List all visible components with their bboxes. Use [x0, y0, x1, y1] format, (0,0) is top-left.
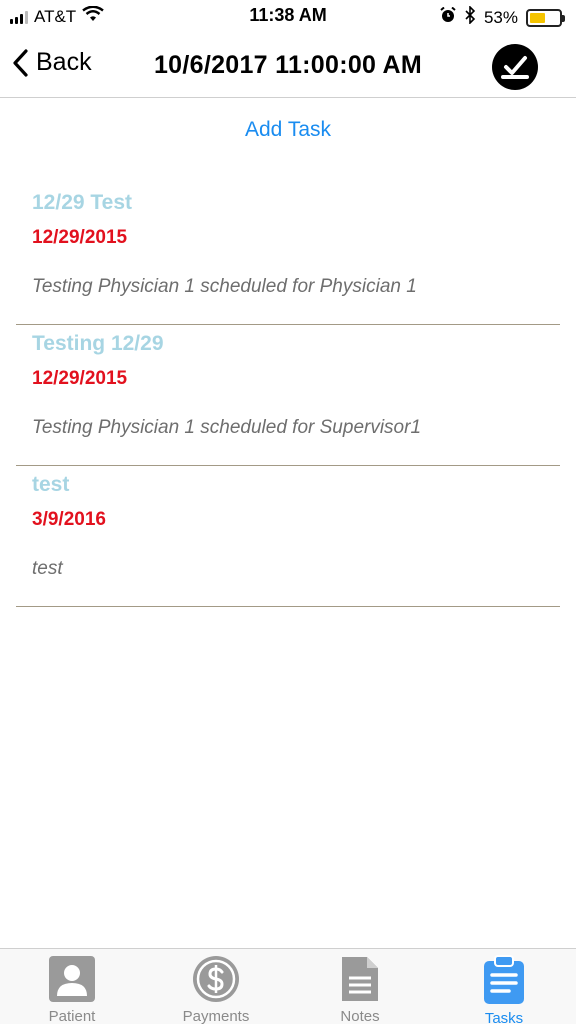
task-title: 12/29 Test: [32, 191, 133, 214]
tab-label: Patient: [48, 1008, 96, 1024]
task-description: Testing Physician 1 scheduled for Physic…: [32, 276, 417, 297]
bluetooth-icon: [464, 5, 476, 29]
task-date: 3/9/2016: [32, 509, 106, 530]
complete-button[interactable]: [492, 44, 538, 90]
task-item[interactable]: Testing 12/29 12/29/2015 Testing Physici…: [16, 325, 560, 466]
check-icon: [501, 56, 529, 79]
task-title: Testing 12/29: [32, 332, 164, 355]
tab-tasks[interactable]: Tasks: [432, 949, 576, 1024]
nav-bar: Back 10/6/2017 11:00:00 AM: [0, 34, 576, 98]
task-date: 12/29/2015: [32, 227, 128, 248]
battery-percent: 53%: [483, 7, 518, 27]
patient-icon: [47, 955, 97, 1003]
status-right: 53%: [440, 5, 565, 29]
tab-label: Tasks: [484, 1010, 524, 1024]
task-date: 12/29/2015: [32, 368, 128, 389]
tab-patient[interactable]: Patient: [0, 949, 144, 1024]
dollar-icon: [191, 955, 241, 1003]
task-description: Testing Physician 1 scheduled for Superv…: [32, 417, 422, 438]
clipboard-icon: [479, 955, 529, 1005]
task-list: 12/29 Test 12/29/2015 Testing Physician …: [16, 184, 560, 607]
alarm-icon: [440, 6, 456, 28]
task-title: test: [32, 473, 70, 496]
page-title: 10/6/2017 11:00:00 AM: [153, 51, 423, 79]
tab-bar: Patient Payments Notes Tasks: [0, 948, 576, 1024]
task-item[interactable]: test 3/9/2016 test: [16, 466, 560, 607]
battery-icon: [526, 8, 565, 27]
status-bar: AT&T 11:38 AM 53%: [0, 0, 576, 34]
tab-notes[interactable]: Notes: [288, 949, 432, 1024]
tab-payments[interactable]: Payments: [144, 949, 288, 1024]
add-task-button[interactable]: Add Task: [0, 118, 576, 142]
tab-label: Payments: [182, 1008, 250, 1024]
task-item[interactable]: 12/29 Test 12/29/2015 Testing Physician …: [16, 184, 560, 325]
task-description: test: [32, 558, 63, 579]
notes-icon: [335, 955, 385, 1003]
battery-fill: [530, 12, 545, 23]
tab-label: Notes: [340, 1008, 380, 1024]
